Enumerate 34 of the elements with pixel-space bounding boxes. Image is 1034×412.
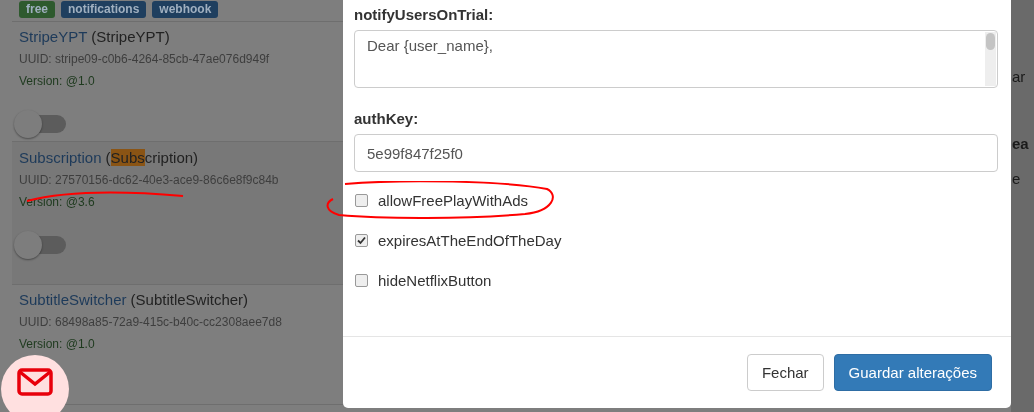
toggle-switch[interactable] [14, 231, 66, 259]
version-text: Version: @1.0 [19, 74, 95, 88]
uuid-text: UUID: 27570156-dc62-40e3-ace9-86c6e8f9c84b [19, 173, 279, 187]
version-text: Version: @3.6 [19, 195, 95, 209]
toggle-switch[interactable] [14, 110, 66, 138]
checkbox-label: allowFreePlayWithAds [378, 191, 529, 209]
input-field[interactable]: 5e99f847f25f0 [354, 134, 998, 172]
envelope-icon [17, 368, 53, 396]
background-text: ar [1012, 68, 1026, 85]
field-label: notifyUsersOnTrial: [354, 6, 495, 23]
checkbox[interactable] [355, 193, 368, 207]
uuid-text: UUID: stripe09-c0b6-4264-85cb-47ae076d949f [19, 52, 270, 66]
plugin-link[interactable]: SubtitleSwitcher [19, 291, 127, 309]
scrollbar[interactable] [985, 32, 996, 86]
tag-badge[interactable]: free [19, 1, 55, 18]
plugin-alias: (StripeYPT) [91, 28, 170, 46]
checkbox[interactable] [355, 273, 368, 287]
background-text: e [1012, 170, 1021, 187]
tag-badge[interactable]: webhook [152, 1, 219, 18]
checkbox-label: hideNetflixButton [378, 271, 492, 289]
version-text: Version: @1.0 [19, 337, 95, 351]
message-textarea[interactable]: Dear {user_name}, [354, 30, 998, 88]
checkbox[interactable] [355, 233, 368, 247]
background-text: ea [1012, 135, 1029, 152]
close-button[interactable]: Fechar [746, 354, 824, 391]
mail-button[interactable] [1, 355, 69, 412]
field-label: authKey: [354, 110, 420, 127]
save-button[interactable]: Guardar alterações [833, 354, 992, 391]
plugin-alias: (SubtitleSwitcher) [130, 291, 249, 309]
tag-badge[interactable]: notifications [61, 1, 147, 18]
plugin-link[interactable]: StripeYPT [19, 28, 88, 46]
uuid-text: UUID: 68498a85-72a9-415c-b40c-cc2308aee7d8 [19, 315, 282, 329]
plugin-link[interactable]: Subscription [19, 149, 102, 167]
checkbox-label: expiresAtTheEndOfTheDay [378, 231, 562, 249]
